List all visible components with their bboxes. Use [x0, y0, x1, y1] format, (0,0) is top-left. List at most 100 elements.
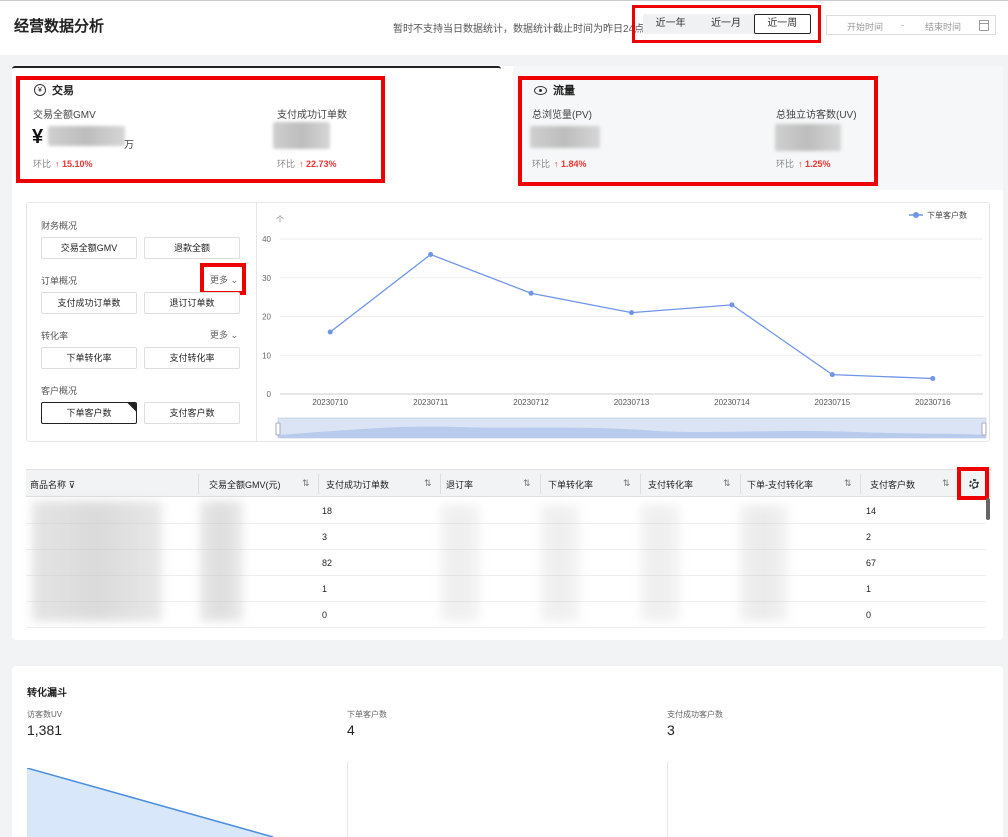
sort-icon[interactable]: ⇅ — [623, 478, 631, 489]
col-product-name-text: 商品名称 — [30, 480, 67, 490]
cell-pay-customers: 0 — [866, 610, 872, 620]
order-pay-conv-blurred — [740, 505, 788, 621]
col-paid-orders[interactable]: 支付成功订单数 — [326, 478, 389, 491]
sort-icon[interactable]: ⇅ — [523, 478, 531, 489]
gmv-compare: 环比 ↑ 15.10% — [33, 157, 93, 170]
funnel-uv-value: 1,381 — [27, 722, 63, 738]
sort-icon[interactable]: ⇅ — [844, 478, 852, 489]
zoom-handle-left[interactable] — [275, 422, 281, 436]
column-divider — [440, 474, 441, 494]
sort-icon[interactable]: ⇅ — [942, 478, 950, 489]
range-week-button[interactable]: 近一周 — [753, 14, 811, 34]
gmv-value-blurred — [48, 126, 125, 146]
y-tick-label: 40 — [262, 235, 271, 244]
column-divider — [318, 474, 319, 494]
range-month-button[interactable]: 近一月 — [698, 14, 753, 34]
metric-pay-customers-button[interactable]: 支付客户数 — [144, 402, 240, 424]
col-gmv[interactable]: 交易全额GMV(元) — [209, 478, 281, 491]
metric-gmv-button[interactable]: 交易全额GMV — [41, 237, 137, 259]
pv-compare-value: ↑ 1.84% — [554, 159, 587, 169]
date-range-picker[interactable]: 开始时间 - 结束时间 — [826, 15, 996, 35]
customer-title: 客户概况 — [41, 386, 78, 396]
metric-pay-conv-button[interactable]: 支付转化率 — [144, 347, 240, 369]
range-year-button[interactable]: 近一年 — [643, 14, 698, 34]
orders-label: 支付成功订单数 — [277, 110, 347, 121]
orders-compare-value: ↑ 22.73% — [299, 159, 337, 169]
gmv-column-blurred — [200, 501, 243, 621]
pay-conv-blurred — [640, 505, 680, 621]
zoom-handle-right[interactable] — [981, 422, 987, 436]
table-row[interactable]: 18 14 — [26, 498, 986, 524]
uv-compare: 环比 ↑ 1.25% — [776, 157, 831, 170]
conversion-title: 转化率 — [41, 331, 69, 341]
data-point — [428, 252, 434, 257]
table-scrollbar[interactable] — [986, 498, 990, 520]
column-divider — [540, 474, 541, 494]
table-row[interactable]: 3 2 — [26, 524, 986, 550]
data-point — [930, 376, 936, 381]
col-order-pay-conv[interactable]: 下单-支付转化率 — [747, 478, 813, 491]
start-date-input[interactable]: 开始时间 — [847, 20, 883, 33]
cell-paid-orders: 1 — [322, 584, 328, 594]
pv-compare-label: 环比 — [532, 159, 551, 169]
pv-value-blurred — [530, 126, 600, 148]
metric-refund-button[interactable]: 退款全额 — [144, 237, 240, 259]
filter-icon[interactable]: ⊽ — [69, 480, 76, 490]
gmv-compare-label: 环比 — [33, 159, 52, 169]
metric-order-conv-button[interactable]: 下单转化率 — [41, 347, 137, 369]
calendar-icon[interactable] — [979, 20, 989, 31]
x-tick-label: 20230710 — [312, 398, 348, 407]
cancel-rate-blurred — [440, 505, 480, 621]
y-tick-label: 10 — [262, 351, 271, 360]
cell-pay-customers: 2 — [866, 532, 872, 542]
page-title: 经营数据分析 — [14, 18, 105, 35]
x-tick-label: 20230714 — [714, 398, 750, 407]
table-row[interactable]: 82 67 — [26, 550, 986, 576]
range-highlight: 近一年 近一月 近一周 — [632, 5, 821, 43]
trend-chart: 个 0 10 20 30 40 20230710 20230711 20230712 202307… — [262, 210, 987, 439]
table-row[interactable]: 0 0 — [26, 602, 986, 628]
metric-order-customers-button[interactable]: 下单客户数 — [41, 402, 137, 424]
conversion-more-link[interactable]: 更多 ⌄ — [210, 328, 238, 341]
cell-pay-customers: 14 — [866, 506, 877, 516]
column-settings-button[interactable] — [957, 467, 989, 500]
sort-icon[interactable]: ⇅ — [424, 478, 432, 489]
gear-icon[interactable] — [969, 479, 979, 489]
range-separator: - — [901, 20, 904, 30]
data-point — [528, 290, 534, 296]
zoom-slider-selection[interactable] — [278, 418, 986, 438]
uv-value-blurred — [775, 124, 841, 151]
uv-compare-label: 环比 — [776, 159, 795, 169]
orders-value-blurred — [273, 122, 330, 149]
funnel-uv-label: 访客数UV — [27, 710, 63, 719]
gmv-compare-value: ↑ 15.10% — [55, 159, 93, 169]
table-row[interactable]: 1 1 — [26, 576, 986, 602]
pv-label: 总浏览量(PV) — [532, 110, 592, 121]
col-pay-customers[interactable]: 支付客户数 — [870, 478, 915, 491]
order-conv-blurred — [540, 505, 580, 621]
sort-icon[interactable]: ⇅ — [723, 478, 731, 489]
col-pay-conv[interactable]: 支付转化率 — [648, 478, 693, 491]
legend-marker — [913, 212, 919, 218]
column-divider — [198, 474, 199, 494]
col-cancel-rate[interactable]: 退订率 — [446, 478, 473, 491]
metric-cancel-orders-button[interactable]: 退订订单数 — [144, 292, 240, 314]
col-order-conv[interactable]: 下单转化率 — [548, 478, 593, 491]
data-point — [629, 310, 634, 316]
col-product-name[interactable]: 商品名称 ⊽ — [30, 478, 75, 491]
metric-paid-orders-button[interactable]: 支付成功订单数 — [41, 292, 137, 314]
cell-paid-orders: 3 — [322, 532, 328, 542]
funnel-title: 转化漏斗 — [27, 688, 67, 699]
y-tick-label: 0 — [267, 390, 272, 399]
end-date-input[interactable]: 结束时间 — [925, 20, 961, 33]
cell-paid-orders: 82 — [322, 558, 333, 568]
trade-title: 交易 — [52, 85, 74, 97]
column-divider — [740, 474, 741, 494]
sort-icon[interactable]: ⇅ — [302, 478, 310, 489]
cell-pay-customers: 67 — [866, 558, 877, 568]
pv-compare: 环比 ↑ 1.84% — [532, 157, 587, 170]
funnel-graphic — [27, 768, 274, 837]
x-tick-label: 20230712 — [513, 398, 549, 407]
orders-compare-label: 环比 — [277, 159, 296, 169]
funnel-divider — [667, 762, 668, 837]
